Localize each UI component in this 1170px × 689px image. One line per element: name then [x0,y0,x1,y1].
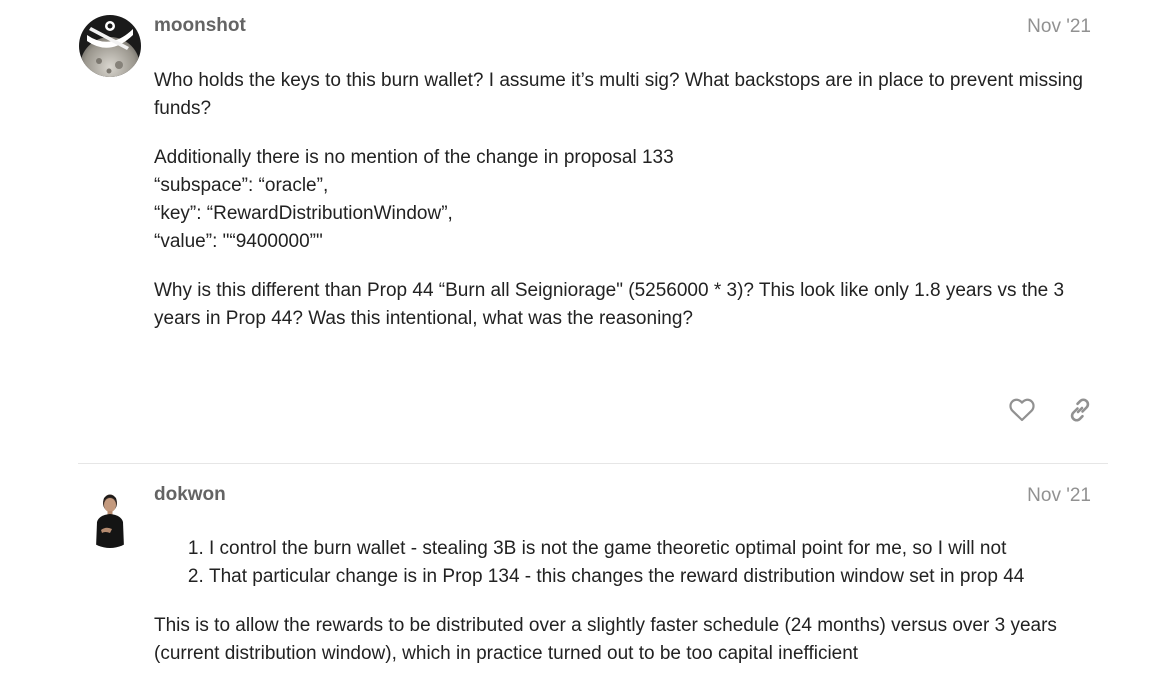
post-moonshot: moonshot Nov '21 Who holds the keys to t… [0,0,1170,460]
numbered-list: I control the burn wallet - stealing 3B … [154,535,1114,591]
post-line: “subspace”: “oracle”, [154,175,329,196]
post-dokwon: dokwon Nov '21 I control the burn wallet… [0,464,1170,675]
post-actions [1008,396,1094,424]
dokwon-avatar-image [79,486,141,548]
post-line: “key”: “RewardDistributionWindow”, [154,203,453,224]
post-content: Who holds the keys to this burn wallet? … [154,67,1114,354]
post-line: “value”: "“9400000”" [154,231,323,252]
moonshot-avatar-image [79,15,141,77]
avatar[interactable] [79,486,141,548]
list-item: I control the burn wallet - stealing 3B … [209,535,1114,563]
post-author[interactable]: dokwon [154,484,226,506]
post-paragraph: This is to allow the rewards to be distr… [154,615,1057,664]
heart-icon [1009,398,1035,422]
post-paragraph: Additionally there is no mention of the … [154,144,1114,256]
like-button[interactable] [1008,396,1036,424]
post-content: I control the burn wallet - stealing 3B … [154,535,1114,689]
share-link-button[interactable] [1066,396,1094,424]
post-date[interactable]: Nov '21 [1027,16,1091,38]
link-icon [1070,398,1090,422]
avatar[interactable] [79,15,141,77]
post-paragraph: Who holds the keys to this burn wallet? … [154,70,1083,119]
post-author[interactable]: moonshot [154,15,246,37]
post-paragraph: Why is this different than Prop 44 “Burn… [154,280,1065,329]
list-item: That particular change is in Prop 134 - … [209,563,1114,591]
post-line: Additionally there is no mention of the … [154,147,674,168]
post-date[interactable]: Nov '21 [1027,485,1091,507]
